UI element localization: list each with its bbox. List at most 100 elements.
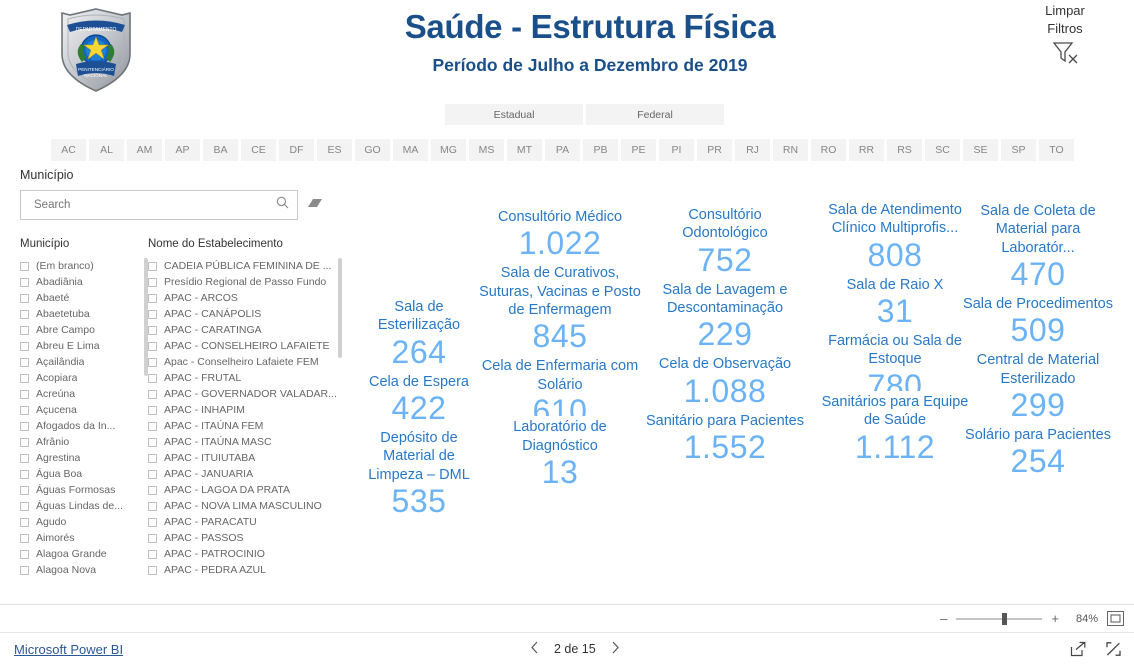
checkbox[interactable] [148,373,157,383]
municipio-list[interactable]: (Em branco) Abadiânia Abaeté Abaetetuba Abre… [20,258,148,580]
estabelecimento-item[interactable]: APAC - LAGOA DA PRATA [148,482,344,498]
uf-button-pe[interactable]: PE [621,139,656,161]
uf-button-ro[interactable]: RO [811,139,846,161]
municipio-item[interactable]: Abadiânia [20,274,148,290]
municipio-item[interactable]: Abaetetuba [20,306,148,322]
checkbox[interactable] [148,421,157,431]
checkbox[interactable] [148,277,157,287]
sphere-button-estadual[interactable]: Estadual [445,104,583,125]
estabelecimento-item[interactable]: APAC - NOVA LIMA MASCULINO [148,498,344,514]
checkbox[interactable] [148,341,157,351]
uf-button-pr[interactable]: PR [697,139,732,161]
uf-button-go[interactable]: GO [355,139,390,161]
search-box[interactable] [20,190,298,220]
estabelecimento-item[interactable]: CADEIA PÚBLICA FEMININA DE ... [148,258,344,274]
kpi-card[interactable]: Solário para Pacientes 254 [962,426,1114,480]
eraser-icon[interactable] [306,196,324,215]
municipio-item[interactable]: Acopiara [20,370,148,386]
estabelecimento-list-scrollbar[interactable] [338,258,342,358]
fullscreen-icon[interactable] [1105,641,1122,662]
uf-button-mg[interactable]: MG [431,139,466,161]
estabelecimento-item[interactable]: APAC - PASSOS [148,530,344,546]
estabelecimento-item[interactable]: APAC - CONSELHEIRO LAFAIETE [148,338,344,354]
municipio-item[interactable]: Alagoa Grande [20,546,148,562]
estabelecimento-item[interactable]: APAC - PEDRA AZUL [148,562,344,578]
municipio-item[interactable]: Aimorés [20,530,148,546]
checkbox[interactable] [148,261,157,271]
checkbox[interactable] [148,309,157,319]
uf-button-sp[interactable]: SP [1001,139,1036,161]
checkbox[interactable] [20,389,29,399]
checkbox[interactable] [148,565,157,575]
kpi-card[interactable]: Cela de Observação 1.088 [646,355,804,409]
checkbox[interactable] [20,405,29,415]
estabelecimento-item[interactable]: APAC - CANÁPOLIS [148,306,344,322]
municipio-item[interactable]: Água Boa [20,466,148,482]
kpi-card[interactable]: Sala de Raio X 31 [820,276,970,330]
uf-button-am[interactable]: AM [127,139,162,161]
checkbox[interactable] [20,501,29,511]
uf-button-pi[interactable]: PI [659,139,694,161]
estabelecimento-item[interactable]: APAC - PATROCINIO [148,546,344,562]
estabelecimento-item[interactable]: Presídio Regional de Passo Fundo [148,274,344,290]
checkbox[interactable] [148,517,157,527]
checkbox[interactable] [20,517,29,527]
checkbox[interactable] [148,501,157,511]
kpi-card[interactable]: Consultório Odontológico 752 [646,206,804,279]
kpi-card[interactable]: Sala de Procedimentos 509 [962,295,1114,349]
checkbox[interactable] [20,341,29,351]
share-icon[interactable] [1070,641,1087,662]
municipio-item[interactable]: Agrestina [20,450,148,466]
checkbox[interactable] [148,453,157,463]
estabelecimento-item[interactable]: APAC - PARACATU [148,514,344,530]
municipio-item[interactable]: Acreúna [20,386,148,402]
kpi-card[interactable]: Consultório Médico 1.022 [474,208,646,262]
uf-button-ce[interactable]: CE [241,139,276,161]
kpi-card[interactable]: Central de Material Esterilizado 299 [962,351,1114,424]
zoom-out-button[interactable]: – [940,611,947,626]
estabelecimento-item[interactable]: Apac - Conselheiro Lafaiete FEM [148,354,344,370]
checkbox[interactable] [148,469,157,479]
kpi-card[interactable]: Sala de Atendimento Clínico Multiprofis.… [820,201,970,274]
kpi-card[interactable]: Sala de Curativos, Suturas, Vacinas e Po… [474,264,646,355]
zoom-slider-thumb[interactable] [1002,612,1008,625]
checkbox[interactable] [20,437,29,447]
uf-button-df[interactable]: DF [279,139,314,161]
municipio-item[interactable]: Açailândia [20,354,148,370]
checkbox[interactable] [20,549,29,559]
uf-button-ap[interactable]: AP [165,139,200,161]
uf-button-al[interactable]: AL [89,139,124,161]
uf-button-ms[interactable]: MS [469,139,504,161]
checkbox[interactable] [148,533,157,543]
checkbox[interactable] [20,309,29,319]
checkbox[interactable] [148,325,157,335]
estabelecimento-item[interactable]: APAC - JANUARIA [148,466,344,482]
kpi-card[interactable]: Cela de Espera 422 [356,373,482,427]
uf-button-to[interactable]: TO [1039,139,1074,161]
municipio-item[interactable]: Águas Lindas de... [20,498,148,514]
zoom-in-button[interactable]: + [1051,611,1059,626]
uf-button-rn[interactable]: RN [773,139,808,161]
sphere-slicer[interactable]: Estadual Federal [445,104,724,125]
municipio-item[interactable]: (Em branco) [20,258,148,274]
uf-slicer[interactable]: AC AL AM AP BA CE DF ES GO MA MG MS MT PA PB PE PI PR RJ RN… [51,139,1074,161]
checkbox[interactable] [148,389,157,399]
kpi-card[interactable]: Sanitário para Pacientes 1.552 [646,412,804,466]
checkbox[interactable] [20,453,29,463]
uf-button-es[interactable]: ES [317,139,352,161]
checkbox[interactable] [20,325,29,335]
municipio-item[interactable]: Águas Formosas [20,482,148,498]
checkbox[interactable] [148,485,157,495]
checkbox[interactable] [20,293,29,303]
kpi-card[interactable]: Sala de Lavagem e Descontaminação 229 [646,281,804,354]
municipio-item[interactable]: Abre Campo [20,322,148,338]
fit-to-page-icon[interactable] [1107,611,1124,626]
estabelecimento-item[interactable]: APAC - ITAÚNA FEM [148,418,344,434]
estabelecimento-item[interactable]: APAC - FRUTAL [148,370,344,386]
search-input[interactable] [32,198,276,212]
estabelecimento-item[interactable]: APAC - ITUIUTABA [148,450,344,466]
search-icon[interactable] [276,196,289,214]
checkbox[interactable] [20,469,29,479]
zoom-slider[interactable] [956,612,1043,625]
estabelecimento-item[interactable]: APAC - ARCOS [148,290,344,306]
